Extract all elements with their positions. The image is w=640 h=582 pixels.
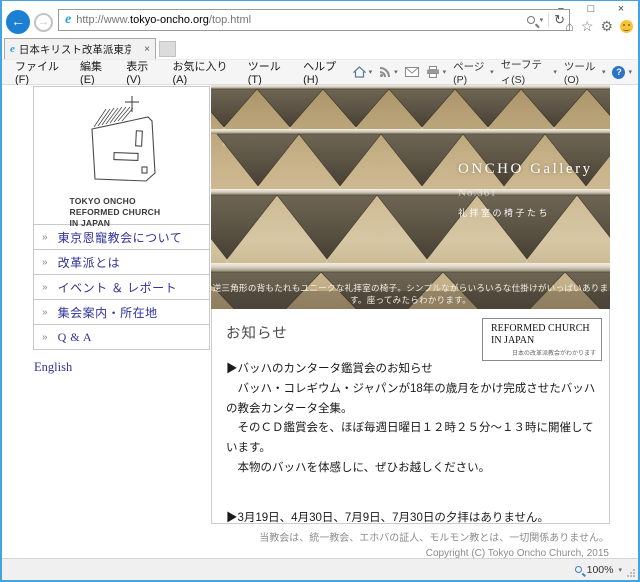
news-item: 本物のバッハを体感しに、ぜひお越しください。 <box>226 461 491 474</box>
sidebar-item-label: Q & A <box>57 329 93 344</box>
sidebar-item-label: 集会案内・所在地 <box>57 305 158 320</box>
zoom-level: 100% <box>586 563 614 576</box>
dropdown-icon: ▾ <box>553 69 557 76</box>
home-icon[interactable]: ⌂ <box>565 19 573 33</box>
back-icon: ← <box>11 13 25 29</box>
sidebar-item-qa[interactable]: » Q & A <box>34 324 209 349</box>
rss-feed-button[interactable]: ▾ <box>379 66 398 78</box>
footer-disclaimer: 当教会は、統一教会、エホバの証人、モルモン教とは、一切関係ありません。 <box>259 533 609 544</box>
chevron-bullet-icon: » <box>42 231 48 243</box>
church-logo: TOKYO ONCHO REFORMED CHURCH IN JAPAN <box>34 87 209 228</box>
menu-bar: ファイル(F) 編集(E) 表示(V) お気に入り(A) ツール(T) ヘルプ(… <box>2 57 638 87</box>
sidebar-item-label: 改革派とは <box>57 255 121 270</box>
dropdown-icon: ▾ <box>442 69 447 76</box>
rcj-banner-tagline: 日本の改革派教会がわかります <box>511 351 596 357</box>
address-bar[interactable]: e http://www. tokyo-oncho.org/top.html ▾ … <box>58 9 570 31</box>
news-item: そのＣＤ鑑賞会を、ほぼ毎週日曜日１２時２５分～１３時に開催しています。 <box>226 422 594 455</box>
print-button[interactable]: ▾ <box>426 66 447 78</box>
dropdown-icon: ▾ <box>394 69 398 76</box>
close-button[interactable]: × <box>606 1 636 19</box>
mail-icon <box>404 67 419 77</box>
news-item: ▶3月19日、4月30日、7月9日、7月30日の夕拝はありません。 <box>226 511 550 524</box>
search-dropdown-icon[interactable]: ▾ <box>540 16 544 24</box>
sidebar-item-about[interactable]: » 東京恩寵教会について <box>34 224 209 249</box>
menu-view[interactable]: 表示(V) <box>119 55 165 89</box>
chevron-bullet-icon: » <box>42 281 48 293</box>
menu-tools[interactable]: ツール(T) <box>241 55 296 89</box>
gallery-number: No.361 <box>458 187 497 199</box>
address-row: ← → e http://www. tokyo-oncho.org/top.htm… <box>2 1 638 38</box>
zoom-magnifier-icon <box>574 566 582 573</box>
settings-gear-icon[interactable]: ⚙ <box>600 19 613 33</box>
url-prefix: http://www. <box>76 14 131 26</box>
forward-icon: → <box>38 16 49 28</box>
rss-icon <box>380 67 391 77</box>
photo-caption: 逆三角形の背もたれもユニークな礼拝室の椅子。シンプルながらいろいろな仕掛けがいっ… <box>212 283 609 305</box>
news-item: バッハ・コレギウム・ジャパンが18年の歳月をかけ完成させたバッハの教会カンタータ… <box>226 382 596 415</box>
sidebar-item-label: イベント ＆ レポート <box>57 280 178 295</box>
chevron-bullet-icon: » <box>42 256 48 268</box>
gallery-overlay: ONCHO Gallery No.361 礼拝室の椅子たち <box>458 161 593 219</box>
url-domain: tokyo-oncho.org <box>130 14 209 26</box>
chevron-bullet-icon: » <box>42 331 48 343</box>
tab-favicon: e <box>10 43 15 55</box>
read-mail-button[interactable] <box>404 67 419 77</box>
maximize-button[interactable]: □ <box>576 1 606 19</box>
safety-menu-button[interactable]: セーフティ(S) ▾ <box>501 57 557 87</box>
home-icon <box>352 66 366 78</box>
gallery-subtitle: 礼拝室の椅子たち <box>458 208 551 218</box>
rcj-banner-title: REFORMED CHURCH IN JAPAN <box>491 323 590 346</box>
safety-menu-label: セーフティ(S) <box>500 59 543 86</box>
sidebar-item-events[interactable]: » イベント ＆ レポート <box>34 274 209 299</box>
menu-file[interactable]: ファイル(F) <box>8 55 73 89</box>
page-footer: 当教会は、統一教会、エホバの証人、モルモン教とは、一切関係ありません。 Copy… <box>211 531 610 561</box>
dropdown-icon: ▾ <box>601 69 606 76</box>
page-menu-label: ページ(P) <box>453 60 485 86</box>
home-command-button[interactable]: ▾ <box>352 66 373 78</box>
dropdown-icon: ▾ <box>628 69 632 76</box>
feedback-smiley-icon[interactable] <box>620 19 633 33</box>
menu-edit[interactable]: 編集(E) <box>73 55 119 89</box>
sidebar-item-reformed[interactable]: » 改革派とは <box>34 249 209 274</box>
dropdown-icon: ▾ <box>490 69 494 76</box>
webpage-content: TOKYO ONCHO REFORMED CHURCH IN JAPAN » 東… <box>2 85 638 561</box>
english-link[interactable]: English <box>34 360 72 375</box>
status-bar: 100% ▾ <box>2 558 638 580</box>
page-menu-button[interactable]: ページ(P) ▾ <box>453 59 494 86</box>
resize-grip[interactable] <box>626 568 636 578</box>
chevron-bullet-icon: » <box>42 306 48 318</box>
news-section: お知らせ REFORMED CHURCH IN JAPAN 日本の改革派教会がわ… <box>211 309 610 524</box>
church-building-icon <box>90 96 156 182</box>
search-icon[interactable] <box>526 16 535 24</box>
tab-close-icon[interactable]: × <box>144 44 150 55</box>
news-item: ▶バッハのカンタータ鑑賞会のお知らせ <box>226 363 433 375</box>
main-content: ONCHO Gallery No.361 礼拝室の椅子たち 逆三角形の背もたれも… <box>211 85 610 561</box>
back-button[interactable]: ← <box>6 10 30 34</box>
tools-menu-button[interactable]: ツール(O) ▾ <box>564 59 606 86</box>
sidebar-item-meetings[interactable]: » 集会案内・所在地 <box>34 299 209 324</box>
favorites-star-icon[interactable]: ☆ <box>581 19 594 33</box>
rcj-banner-link[interactable]: REFORMED CHURCH IN JAPAN 日本の改革派教会がわかります <box>482 318 602 361</box>
help-button[interactable]: ? ▾ <box>612 65 632 79</box>
url-path: /top.html <box>208 14 252 26</box>
help-icon: ? <box>612 65 626 79</box>
tools-menu-label: ツール(O) <box>563 60 596 86</box>
dropdown-icon: ▾ <box>368 69 373 76</box>
sidebar-item-label: 東京恩寵教会について <box>57 230 183 245</box>
browser-window: ← → e http://www. tokyo-oncho.org/top.htm… <box>0 0 640 582</box>
printer-icon <box>426 66 439 78</box>
menu-favorites[interactable]: お気に入り(A) <box>166 55 241 89</box>
gallery-title: ONCHO Gallery <box>458 161 593 177</box>
sidebar: TOKYO ONCHO REFORMED CHURCH IN JAPAN » 東… <box>33 86 210 376</box>
ie-page-icon: e <box>65 12 72 27</box>
minimize-button[interactable]: − <box>546 1 576 19</box>
menu-help[interactable]: ヘルプ(H) <box>296 55 352 89</box>
forward-button[interactable]: → <box>34 13 53 32</box>
zoom-dropdown-icon[interactable]: ▾ <box>618 566 622 574</box>
hero-photo: ONCHO Gallery No.361 礼拝室の椅子たち 逆三角形の背もたれも… <box>211 85 610 309</box>
